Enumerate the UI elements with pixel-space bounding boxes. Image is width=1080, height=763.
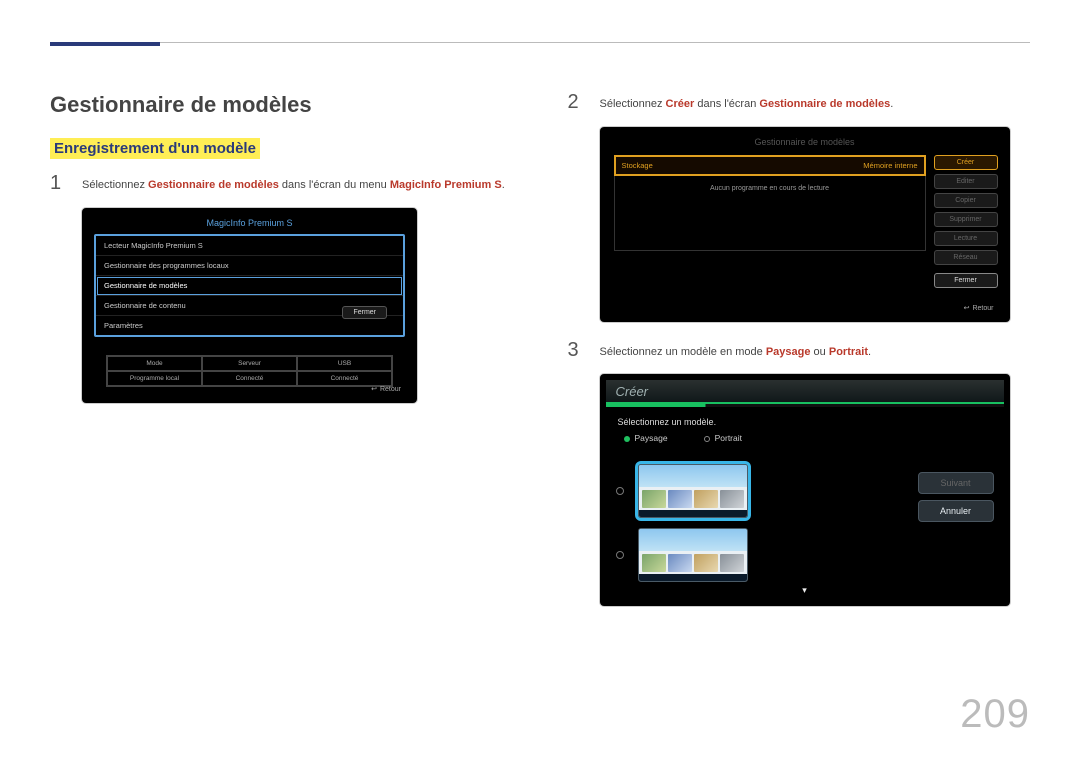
storage-tabs: Stockage Mémoire interne <box>614 155 926 176</box>
play-button[interactable]: Lecture <box>934 231 998 246</box>
tab-storage[interactable]: Stockage <box>616 157 770 174</box>
section-subheading: Enregistrement d'un modèle <box>50 138 260 159</box>
option-portrait[interactable]: Portrait <box>704 433 742 443</box>
side-buttons: Créer Editer Copier Supprimer Lecture Ré… <box>934 155 998 288</box>
chevron-down-icon[interactable]: ▾ <box>802 585 807 596</box>
step-number: 3 <box>568 340 584 361</box>
option-label: Portrait <box>715 433 742 443</box>
radio-selected-icon <box>624 436 630 442</box>
t: . <box>890 98 893 110</box>
radio-icon <box>616 487 624 495</box>
option-label: Paysage <box>635 433 668 443</box>
grid-cell: Connecté <box>297 371 392 386</box>
t: MagicInfo Premium S <box>390 179 502 191</box>
dialog-subtitle: Sélectionnez un modèle. <box>606 407 1004 433</box>
step-1: 1 Sélectionnez Gestionnaire de modèles d… <box>50 173 513 194</box>
dialog-title: Créer <box>606 384 649 399</box>
menu-item-selected[interactable]: Gestionnaire de modèles <box>96 276 403 296</box>
header-rule <box>50 42 1030 43</box>
template-row[interactable] <box>616 528 904 582</box>
panel-title: MagicInfo Premium S <box>88 214 411 234</box>
return-icon[interactable]: Retour <box>964 304 994 312</box>
t: Gestionnaire de modèles <box>148 179 279 191</box>
t: Créer <box>666 98 695 110</box>
radio-icon <box>616 551 624 559</box>
close-button[interactable]: Fermer <box>342 306 387 319</box>
edit-button[interactable]: Editer <box>934 174 998 189</box>
orientation-options: Paysage Portrait <box>606 433 1004 451</box>
t: Portrait <box>829 346 868 358</box>
right-column: 2 Sélectionnez Créer dans l'écran Gestio… <box>568 92 1031 606</box>
screenshot-menu: MagicInfo Premium S Lecteur MagicInfo Pr… <box>82 208 417 403</box>
return-icon[interactable]: Retour <box>371 385 401 393</box>
left-column: Gestionnaire de modèles Enregistrement d… <box>50 92 513 606</box>
menu-item[interactable]: Gestionnaire des programmes locaux <box>96 256 403 276</box>
header-accent <box>50 42 160 46</box>
radio-unselected-icon <box>704 436 710 442</box>
t: dans l'écran <box>694 98 759 110</box>
dialog-header: Créer <box>606 380 1004 404</box>
step-2: 2 Sélectionnez Créer dans l'écran Gestio… <box>568 92 1031 113</box>
template-thumbnail[interactable] <box>638 528 748 582</box>
create-button[interactable]: Créer <box>934 155 998 170</box>
next-button[interactable]: Suivant <box>918 472 994 494</box>
step-number: 1 <box>50 173 66 194</box>
panel-title: Gestionnaire de modèles <box>606 133 1004 153</box>
grid-cell: USB <box>297 356 392 371</box>
copy-button[interactable]: Copier <box>934 193 998 208</box>
grid-cell: Connecté <box>202 371 297 386</box>
t: Sélectionnez <box>600 98 666 110</box>
grid-cell: Mode <box>107 356 202 371</box>
t: dans l'écran du menu <box>279 179 390 191</box>
step-text: Sélectionnez un modèle en mode Paysage o… <box>600 340 872 361</box>
t: Sélectionnez <box>82 179 148 191</box>
grid-cell: Programme local <box>107 371 202 386</box>
close-button[interactable]: Fermer <box>934 273 998 288</box>
grid-cell: Serveur <box>202 356 297 371</box>
screenshot-manager: Gestionnaire de modèles Stockage Mémoire… <box>600 127 1010 322</box>
t: Sélectionnez un modèle en mode <box>600 346 766 358</box>
step-number: 2 <box>568 92 584 113</box>
t: ou <box>811 346 829 358</box>
page-title: Gestionnaire de modèles <box>50 92 513 118</box>
page-number: 209 <box>960 692 1030 737</box>
t: Paysage <box>766 346 811 358</box>
template-thumbnail-selected[interactable] <box>638 464 748 518</box>
empty-message: Aucun programme en cours de lecture <box>614 176 926 251</box>
t: Gestionnaire de modèles <box>759 98 890 110</box>
menu-list: Lecteur MagicInfo Premium S Gestionnaire… <box>94 234 405 337</box>
option-landscape[interactable]: Paysage <box>624 433 668 443</box>
step-text: Sélectionnez Créer dans l'écran Gestionn… <box>600 92 894 113</box>
t: . <box>502 179 505 191</box>
menu-item[interactable]: Lecteur MagicInfo Premium S <box>96 236 403 256</box>
delete-button[interactable]: Supprimer <box>934 212 998 227</box>
cancel-button[interactable]: Annuler <box>918 500 994 522</box>
tab-internal-memory[interactable]: Mémoire interne <box>770 157 924 174</box>
dialog-side-buttons: Suivant Annuler <box>918 472 994 522</box>
network-button[interactable]: Réseau <box>934 250 998 265</box>
template-row[interactable] <box>616 464 904 518</box>
screenshot-create: Créer Sélectionnez un modèle. Paysage Po… <box>600 374 1010 606</box>
step-3: 3 Sélectionnez un modèle en mode Paysage… <box>568 340 1031 361</box>
step-text: Sélectionnez Gestionnaire de modèles dan… <box>82 173 505 194</box>
status-grid: Mode Serveur USB Programme local Connect… <box>106 355 393 387</box>
template-gallery <box>616 464 904 590</box>
t: . <box>868 346 871 358</box>
